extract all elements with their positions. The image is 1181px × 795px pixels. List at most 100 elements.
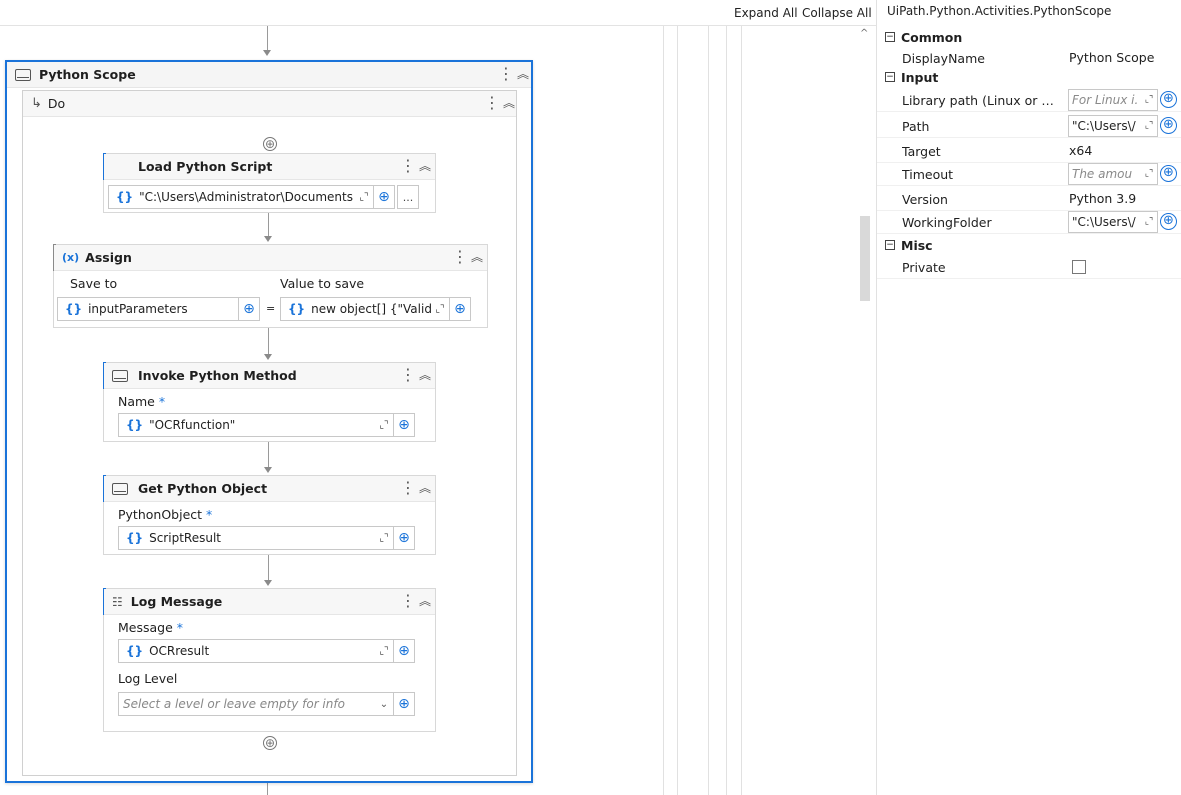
expand-editor-icon[interactable]: ⌞⌝ [1141,121,1157,131]
script-file-field[interactable]: {} "C:\Users\Administrator\Documents ⌞⌝ [108,185,374,209]
more-options-icon[interactable]: ⋮ [452,249,468,265]
chevron-down-icon[interactable]: ⌄ [375,699,393,710]
property-row-private[interactable]: Private [877,255,1181,279]
more-options-icon[interactable]: ⋮ [484,95,500,111]
do-sequence[interactable]: ↳ Do ⋮ ︽ ⊕ Load Python Script ⋮ ︽ {} "C:… [22,90,517,776]
category-common[interactable]: − Common [877,28,1181,48]
property-name: Private [902,260,946,275]
do-header[interactable]: ↳ Do [23,91,516,117]
plus-menu-button[interactable]: ⊕ [393,639,415,663]
expression-brace-icon: {} [126,531,144,545]
collapse-chevron-icon[interactable]: ︽ [471,251,483,263]
load-python-script-header[interactable]: Load Python Script [104,154,435,180]
more-options-icon[interactable]: ⋮ [400,480,416,496]
get-python-object-activity[interactable]: Get Python Object ⋮ ︽ PythonObject * {} … [103,475,436,555]
add-activity-icon[interactable]: ⊕ [263,736,277,750]
load-python-script-activity[interactable]: Load Python Script ⋮ ︽ {} "C:\Users\Admi… [103,153,436,213]
collapse-all-button[interactable]: Collapse All [802,6,872,20]
get-python-object-header[interactable]: Get Python Object [104,476,435,502]
log-level-select[interactable]: Select a level or leave empty for info ⌄ [118,692,394,716]
collapse-chevron-icon[interactable]: ︽ [419,482,431,494]
collapse-box-icon[interactable]: − [885,72,895,82]
connector-line [268,555,269,582]
connector-line [267,26,268,52]
add-activity-icon[interactable]: ⊕ [263,137,277,151]
plus-circle-icon[interactable]: ⊕ [1160,91,1177,108]
log-message-activity[interactable]: ☷ Log Message ⋮ ︽ Message * {} OCRresult… [103,588,436,732]
more-options-icon[interactable]: ⋮ [400,593,416,609]
plus-menu-button[interactable]: ⊕ [393,413,415,437]
expand-editor-icon[interactable]: ⌞⌝ [355,192,373,203]
plus-circle-icon[interactable]: ⊕ [1160,213,1177,230]
property-row-target[interactable]: Target x64 [877,139,1181,163]
canvas-scrollbar[interactable]: ^ [859,26,873,795]
invoke-python-method-activity[interactable]: Invoke Python Method ⋮ ︽ Name * {} "OCRf… [103,362,436,442]
log-message-header[interactable]: ☷ Log Message [104,589,435,615]
property-input[interactable]: For Linux i. ⌞⌝ [1068,89,1158,111]
property-name: Library path (Linux or versi... [902,93,1059,108]
expand-editor-icon[interactable]: ⌞⌝ [1141,169,1157,179]
message-field[interactable]: {} OCRresult ⌞⌝ [118,639,394,663]
category-misc[interactable]: − Misc [877,236,1181,256]
invoke-python-method-header[interactable]: Invoke Python Method [104,363,435,389]
expand-editor-icon[interactable]: ⌞⌝ [375,646,393,657]
python-object-field[interactable]: {} ScriptResult ⌞⌝ [118,526,394,550]
message-label-text: Message [118,620,173,635]
property-row-library-path[interactable]: Library path (Linux or versi... For Linu… [877,88,1181,112]
expand-editor-icon[interactable]: ⌞⌝ [375,533,393,544]
python-scope-header[interactable]: Python Scope [7,62,531,88]
expand-editor-icon[interactable]: ⌞⌝ [375,420,393,431]
collapse-chevron-icon[interactable]: ︽ [419,369,431,381]
method-name-field[interactable]: {} "OCRfunction" ⌞⌝ [118,413,394,437]
save-to-field[interactable]: {} inputParameters [57,297,239,321]
value-to-save-field[interactable]: {} new object[] {"ValidC ⌞⌝ [280,297,450,321]
scroll-up-icon[interactable]: ^ [860,28,868,39]
script-file-value: "C:\Users\Administrator\Documents [139,190,353,204]
plus-menu-button[interactable]: ⊕ [449,297,471,321]
private-checkbox[interactable] [1072,260,1086,274]
collapse-chevron-icon[interactable]: ︽ [517,68,529,80]
plus-circle-icon[interactable]: ⊕ [1160,117,1177,134]
property-row-display-name[interactable]: DisplayName Python Scope [877,46,1181,70]
property-row-working-folder[interactable]: WorkingFolder "C:\Users\/ ⌞⌝ ⊕ [877,210,1181,234]
more-options-icon[interactable]: ⋮ [400,367,416,383]
python-object-label: PythonObject * [118,507,212,522]
assign-header[interactable]: (x) Assign [54,245,487,271]
plus-menu-button[interactable]: ⊕ [238,297,260,321]
plus-menu-button[interactable]: ⊕ [373,185,395,209]
property-value[interactable]: Python Scope [1069,50,1154,65]
designer-canvas[interactable]: Python Scope ⋮ ︽ ↳ Do ⋮ ︽ ⊕ Load Python … [0,26,858,795]
expression-brace-icon: {} [288,302,306,316]
collapse-chevron-icon[interactable]: ︽ [503,97,515,109]
collapse-box-icon[interactable]: − [885,240,895,250]
property-input[interactable]: "C:\Users\/ ⌞⌝ [1068,211,1158,233]
collapse-chevron-icon[interactable]: ︽ [419,595,431,607]
plus-menu-button[interactable]: ⊕ [393,526,415,550]
plus-circle-icon[interactable]: ⊕ [1160,165,1177,182]
plus-menu-button[interactable]: ⊕ [393,692,415,716]
property-input[interactable]: The amou ⌞⌝ [1068,163,1158,185]
property-row-path[interactable]: Path "C:\Users\/ ⌞⌝ ⊕ [877,114,1181,138]
property-value: "C:\Users\/ [1072,119,1136,133]
collapse-chevron-icon[interactable]: ︽ [419,160,431,172]
expand-editor-icon[interactable]: ⌞⌝ [1141,95,1157,105]
browse-button[interactable]: ... [397,185,419,209]
connector-arrow [264,467,272,473]
property-input[interactable]: "C:\Users\/ ⌞⌝ [1068,115,1158,137]
more-options-icon[interactable]: ⋮ [498,66,514,82]
python-scope-activity[interactable]: Python Scope ⋮ ︽ ↳ Do ⋮ ︽ ⊕ Load Python … [5,60,533,783]
property-value[interactable]: Python 3.9 [1069,191,1136,206]
scrollbar-thumb[interactable] [860,216,870,301]
expand-editor-icon[interactable]: ⌞⌝ [431,304,449,315]
property-row-timeout[interactable]: Timeout The amou ⌞⌝ ⊕ [877,162,1181,186]
property-row-version[interactable]: Version Python 3.9 [877,187,1181,211]
expand-editor-icon[interactable]: ⌞⌝ [1141,217,1157,227]
required-asterisk: * [206,507,213,522]
more-options-icon[interactable]: ⋮ [400,158,416,174]
collapse-box-icon[interactable]: − [885,32,895,42]
assign-activity[interactable]: (x) Assign ⋮ ︽ Save to Value to save {} … [53,244,488,328]
category-input[interactable]: − Input [877,68,1181,88]
expand-all-button[interactable]: Expand All [734,6,798,20]
property-value[interactable]: x64 [1069,143,1092,158]
window-icon [112,482,128,495]
